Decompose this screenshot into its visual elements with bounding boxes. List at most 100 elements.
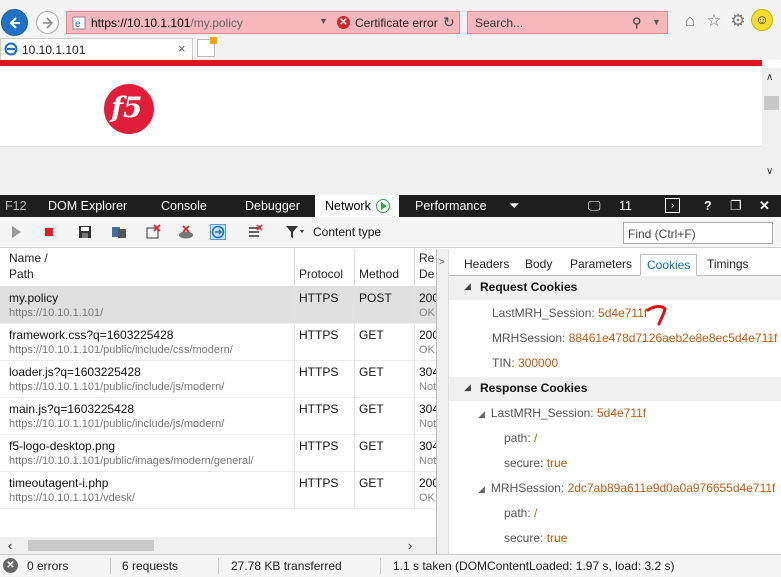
tab-close-icon[interactable]: ×: [178, 41, 186, 56]
more-tools-dropdown-icon[interactable]: ⏷: [509, 198, 519, 214]
search-dropdown-icon[interactable]: ▼: [652, 17, 661, 27]
request-description: Not: [419, 418, 437, 430]
column-divider[interactable]: [354, 249, 355, 287]
network-row[interactable]: loader.js?q=1603225428 https://10.10.1.1…: [0, 361, 436, 398]
request-protocol: HTTPS: [299, 402, 339, 416]
scroll-up-icon[interactable]: ∧: [766, 72, 773, 83]
tab-timings[interactable]: Timings: [707, 254, 749, 276]
response-cookies-section[interactable]: ◢ Response Cookies: [449, 377, 781, 401]
cookie-entry: MRHSession: 88461e478d7126aeb2e8e8ec5d4e…: [492, 331, 778, 345]
request-name: loader.js?q=1603225428: [9, 365, 141, 379]
address-dropdown-icon[interactable]: ▼: [319, 16, 328, 26]
network-row[interactable]: main.js?q=1603225428 https://10.10.1.101…: [0, 398, 437, 435]
request-method: GET: [359, 365, 384, 379]
always-refresh-icon[interactable]: [111, 224, 127, 240]
scroll-down-icon[interactable]: ∨: [766, 166, 773, 177]
network-request-list: Name / Path Protocol Method Re De my.pol…: [0, 249, 437, 554]
request-result: 304: [419, 365, 436, 379]
scroll-thumb[interactable]: [28, 540, 154, 551]
search-icon[interactable]: ⚲: [632, 15, 642, 31]
scroll-left-icon[interactable]: ‹: [8, 538, 12, 553]
emulation-screen-icon[interactable]: 🖵: [588, 198, 601, 214]
certificate-error-label[interactable]: Certificate error: [355, 16, 438, 30]
back-button[interactable]: [1, 9, 28, 36]
tab-debugger[interactable]: Debugger: [245, 199, 300, 213]
request-protocol: HTTPS: [299, 291, 339, 305]
tab-dom-explorer[interactable]: DOM Explorer: [48, 199, 127, 213]
tab-console[interactable]: Console: [161, 199, 207, 213]
address-bar[interactable]: e https://10.10.1.101/my.policy ▼ ✕ Cert…: [66, 11, 460, 34]
undock-icon[interactable]: ❐: [730, 198, 742, 214]
search-placeholder: Search...: [475, 16, 524, 30]
cert-error-icon[interactable]: ✕: [337, 16, 350, 29]
network-row[interactable]: timeoutagent-i.php https://10.10.1.101/v…: [0, 472, 436, 509]
request-method: GET: [359, 328, 384, 342]
export-save-icon[interactable]: [77, 224, 93, 240]
request-count: 6 requests: [122, 559, 179, 573]
red-annotation-mark: [646, 305, 667, 326]
collapse-triangle-icon[interactable]: ◢: [464, 382, 471, 393]
cookie-entry[interactable]: ◢ LastMRH_Session: 5d4e711f: [478, 406, 646, 420]
tab-network[interactable]: Network: [315, 195, 399, 217]
svg-text:e: e: [75, 19, 81, 30]
start-profiling-icon[interactable]: [8, 224, 24, 240]
content-type-filter-label[interactable]: Content type: [313, 225, 381, 239]
error-icon[interactable]: ✕: [3, 558, 18, 573]
col-name-header[interactable]: Name /: [9, 251, 48, 266]
network-row[interactable]: framework.css?q=1603225428 https://10.10…: [0, 324, 436, 361]
clear-session-icon[interactable]: [247, 224, 263, 240]
request-protocol: HTTPS: [299, 476, 339, 490]
request-name: my.policy: [9, 291, 59, 305]
clear-cache-icon[interactable]: [178, 224, 194, 240]
settings-gear-icon[interactable]: ⚙: [728, 11, 748, 31]
clear-entries-on-navigate-icon[interactable]: [145, 224, 161, 240]
tab-body[interactable]: Body: [525, 254, 552, 276]
search-box[interactable]: Search... ⚲ ▼: [467, 11, 668, 34]
ie-page-icon: e: [72, 16, 86, 30]
col-path-header[interactable]: Path: [9, 267, 34, 282]
col-method-header[interactable]: Method: [359, 267, 399, 282]
find-placeholder: Find (Ctrl+F): [628, 227, 696, 241]
column-divider[interactable]: [414, 249, 415, 287]
tab-headers[interactable]: Headers: [464, 254, 509, 276]
column-divider[interactable]: [294, 249, 295, 287]
request-path: https://10.10.1.101/public/images/modern…: [9, 455, 254, 467]
console-toggle-icon[interactable]: ›: [665, 198, 680, 213]
page-vertical-scrollbar[interactable]: ∧ ∨: [762, 68, 781, 195]
details-collapse-toggle[interactable]: >: [437, 249, 449, 554]
scroll-thumb[interactable]: [764, 96, 779, 110]
home-icon[interactable]: ⌂: [680, 11, 700, 31]
favorites-star-icon[interactable]: ☆: [704, 11, 724, 31]
collapse-triangle-icon[interactable]: ◢: [464, 281, 471, 292]
request-path: https://10.10.1.101/: [9, 307, 104, 319]
stop-profiling-icon[interactable]: [41, 224, 57, 240]
col-result-header[interactable]: Re: [419, 251, 434, 266]
timing-summary: 1.1 s taken (DOMContentLoaded: 1.97 s, l…: [393, 559, 675, 573]
tab-title: 10.10.1.101: [22, 43, 86, 57]
col-protocol-header[interactable]: Protocol: [299, 267, 343, 282]
cookie-entry[interactable]: ◢ MRHSession: 2dc7ab89a611e9d0a0a976655d4…: [478, 481, 775, 495]
bytes-transferred: 27.78 KB transferred: [231, 559, 342, 573]
tab-parameters[interactable]: Parameters: [570, 254, 632, 276]
browser-tab[interactable]: 10.10.1.101 ×: [0, 38, 193, 60]
col-description-header[interactable]: De: [419, 267, 434, 282]
request-path: https://10.10.1.101/public/include/js/mo…: [9, 381, 225, 393]
tab-cookies[interactable]: Cookies: [640, 254, 698, 276]
request-name: timeoutagent-i.php: [9, 476, 109, 490]
list-horizontal-scrollbar[interactable]: ‹ ›: [0, 537, 436, 554]
find-input[interactable]: Find (Ctrl+F): [623, 222, 773, 244]
feedback-smiley-icon[interactable]: ☺: [751, 9, 773, 31]
network-row[interactable]: f5-logo-desktop.png https://10.10.1.101/…: [0, 435, 436, 472]
emulation-count[interactable]: 11: [619, 199, 632, 213]
tab-performance[interactable]: Performance: [415, 199, 487, 213]
help-icon[interactable]: ?: [704, 199, 712, 213]
content-type-filter-icon[interactable]: [285, 225, 305, 242]
scroll-right-icon[interactable]: ›: [408, 538, 412, 553]
new-tab-button[interactable]: [197, 37, 217, 57]
network-row[interactable]: my.policy https://10.10.1.101/ HTTPS POS…: [0, 287, 436, 324]
close-devtools-icon[interactable]: ✕: [759, 198, 770, 214]
refresh-icon[interactable]: ↻: [443, 14, 455, 31]
clear-cookies-icon[interactable]: [210, 224, 226, 240]
request-cookies-section[interactable]: ◢ Request Cookies: [449, 276, 781, 300]
forward-button[interactable]: [36, 11, 59, 34]
